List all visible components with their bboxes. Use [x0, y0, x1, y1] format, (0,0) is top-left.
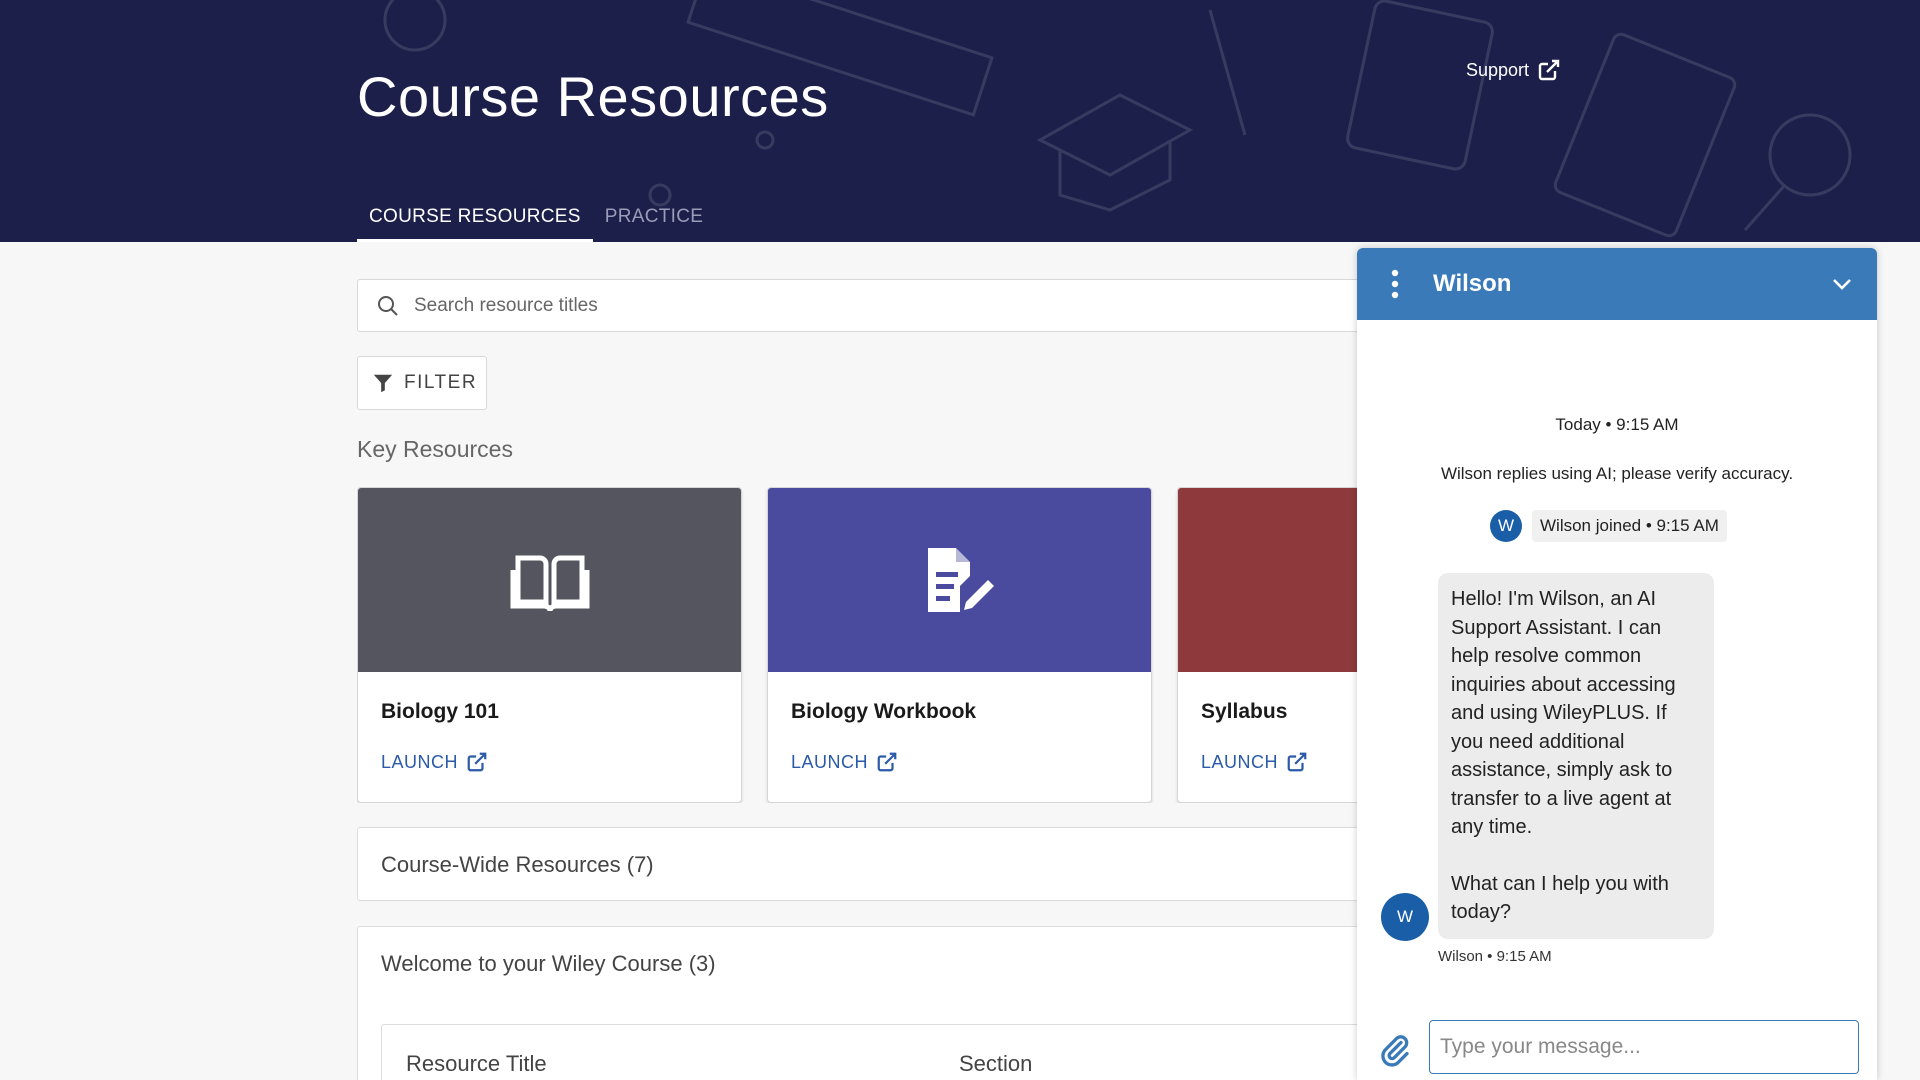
external-link-icon — [467, 752, 487, 772]
book-open-icon — [510, 555, 589, 612]
chat-ai-disclaimer: Wilson replies using AI; please verify a… — [1440, 464, 1794, 483]
chat-widget: Wilson Today • 9:15 AM Wilson replies us… — [1357, 248, 1877, 1080]
launch-label: LAUNCH — [1201, 751, 1279, 772]
resource-card[interactable]: Biology 101 LAUNCH — [357, 487, 742, 803]
chat-timestamp: Today • 9:15 AM — [1555, 415, 1679, 434]
header-decoration — [383, 0, 1852, 238]
launch-label: LAUNCH — [381, 751, 459, 772]
message-paragraph: What can I help you with today? — [1451, 872, 1669, 924]
launch-link[interactable]: LAUNCH — [791, 751, 898, 773]
tab-bar: COURSE RESOURCES PRACTICE — [357, 198, 715, 242]
support-label: Support — [1466, 59, 1530, 80]
chevron-down-icon — [1833, 279, 1851, 290]
card-hero — [358, 488, 741, 672]
chat-composer — [1357, 1008, 1877, 1080]
filter-icon — [373, 374, 393, 393]
key-resources-cards: Biology 101 LAUNCH Biology Workbook LAUN… — [357, 487, 1357, 803]
avatar: W — [1381, 893, 1429, 941]
filter-label: FILTER — [404, 372, 478, 393]
agent-joined-notice: W Wilson joined • 9:15 AM — [1490, 510, 1727, 542]
resource-table-header: Resource Title Section — [381, 1024, 1377, 1080]
message-sender-meta: Wilson • 9:15 AM — [1438, 948, 1552, 965]
joined-text: Wilson joined • 9:15 AM — [1532, 510, 1727, 542]
filter-button[interactable]: FILTER — [357, 356, 487, 410]
resource-card[interactable]: Syllabus LAUNCH — [1177, 487, 1357, 803]
support-link[interactable]: Support — [1466, 58, 1561, 82]
card-title: Syllabus — [1201, 700, 1288, 723]
more-vertical-icon — [1391, 269, 1399, 299]
tab-course-resources[interactable]: COURSE RESOURCES — [357, 198, 593, 242]
attach-button[interactable] — [1377, 1032, 1413, 1073]
launch-link[interactable]: LAUNCH — [1201, 751, 1308, 773]
card-title: Biology 101 — [381, 700, 499, 723]
search-icon — [378, 295, 398, 316]
column-header-resource-title[interactable]: Resource Title — [406, 1051, 547, 1077]
chat-minimize-button[interactable] — [1807, 278, 1877, 290]
chat-message-bubble: Hello! I'm Wilson, an AI Support Assista… — [1438, 573, 1714, 939]
message-paragraph: Hello! I'm Wilson, an AI Support Assista… — [1451, 588, 1676, 838]
avatar: W — [1490, 510, 1522, 542]
tab-practice[interactable]: PRACTICE — [593, 198, 715, 242]
chat-header: Wilson — [1357, 248, 1877, 320]
page-header: Course Resources Support COURSE RESOURCE… — [0, 0, 1920, 242]
panel-title: Welcome to your Wiley Course (3) — [381, 951, 716, 976]
launch-label: LAUNCH — [791, 751, 869, 772]
external-link-icon — [1287, 752, 1307, 772]
search-input[interactable] — [414, 294, 1314, 317]
card-title: Biology Workbook — [791, 700, 977, 723]
chat-agent-name: Wilson — [1433, 270, 1512, 297]
card-hero — [1178, 488, 1357, 672]
launch-link[interactable]: LAUNCH — [381, 751, 488, 773]
resource-card[interactable]: Biology Workbook LAUNCH — [767, 487, 1152, 803]
chat-menu-button[interactable] — [1357, 269, 1433, 299]
panel-title: Course-Wide Resources (7) — [381, 852, 654, 877]
paperclip-icon — [1381, 1035, 1409, 1067]
document-edit-icon — [927, 548, 994, 612]
page-title: Course Resources — [357, 65, 829, 128]
course-wide-resources-panel[interactable]: Course-Wide Resources (7) — [357, 827, 1377, 901]
column-header-section[interactable]: Section — [959, 1051, 1032, 1077]
card-hero — [768, 488, 1151, 672]
key-resources-heading: Key Resources — [357, 436, 513, 462]
external-link-icon — [1538, 59, 1560, 81]
search-bar — [357, 279, 1377, 332]
external-link-icon — [877, 752, 897, 772]
chat-message-input[interactable] — [1429, 1020, 1859, 1074]
